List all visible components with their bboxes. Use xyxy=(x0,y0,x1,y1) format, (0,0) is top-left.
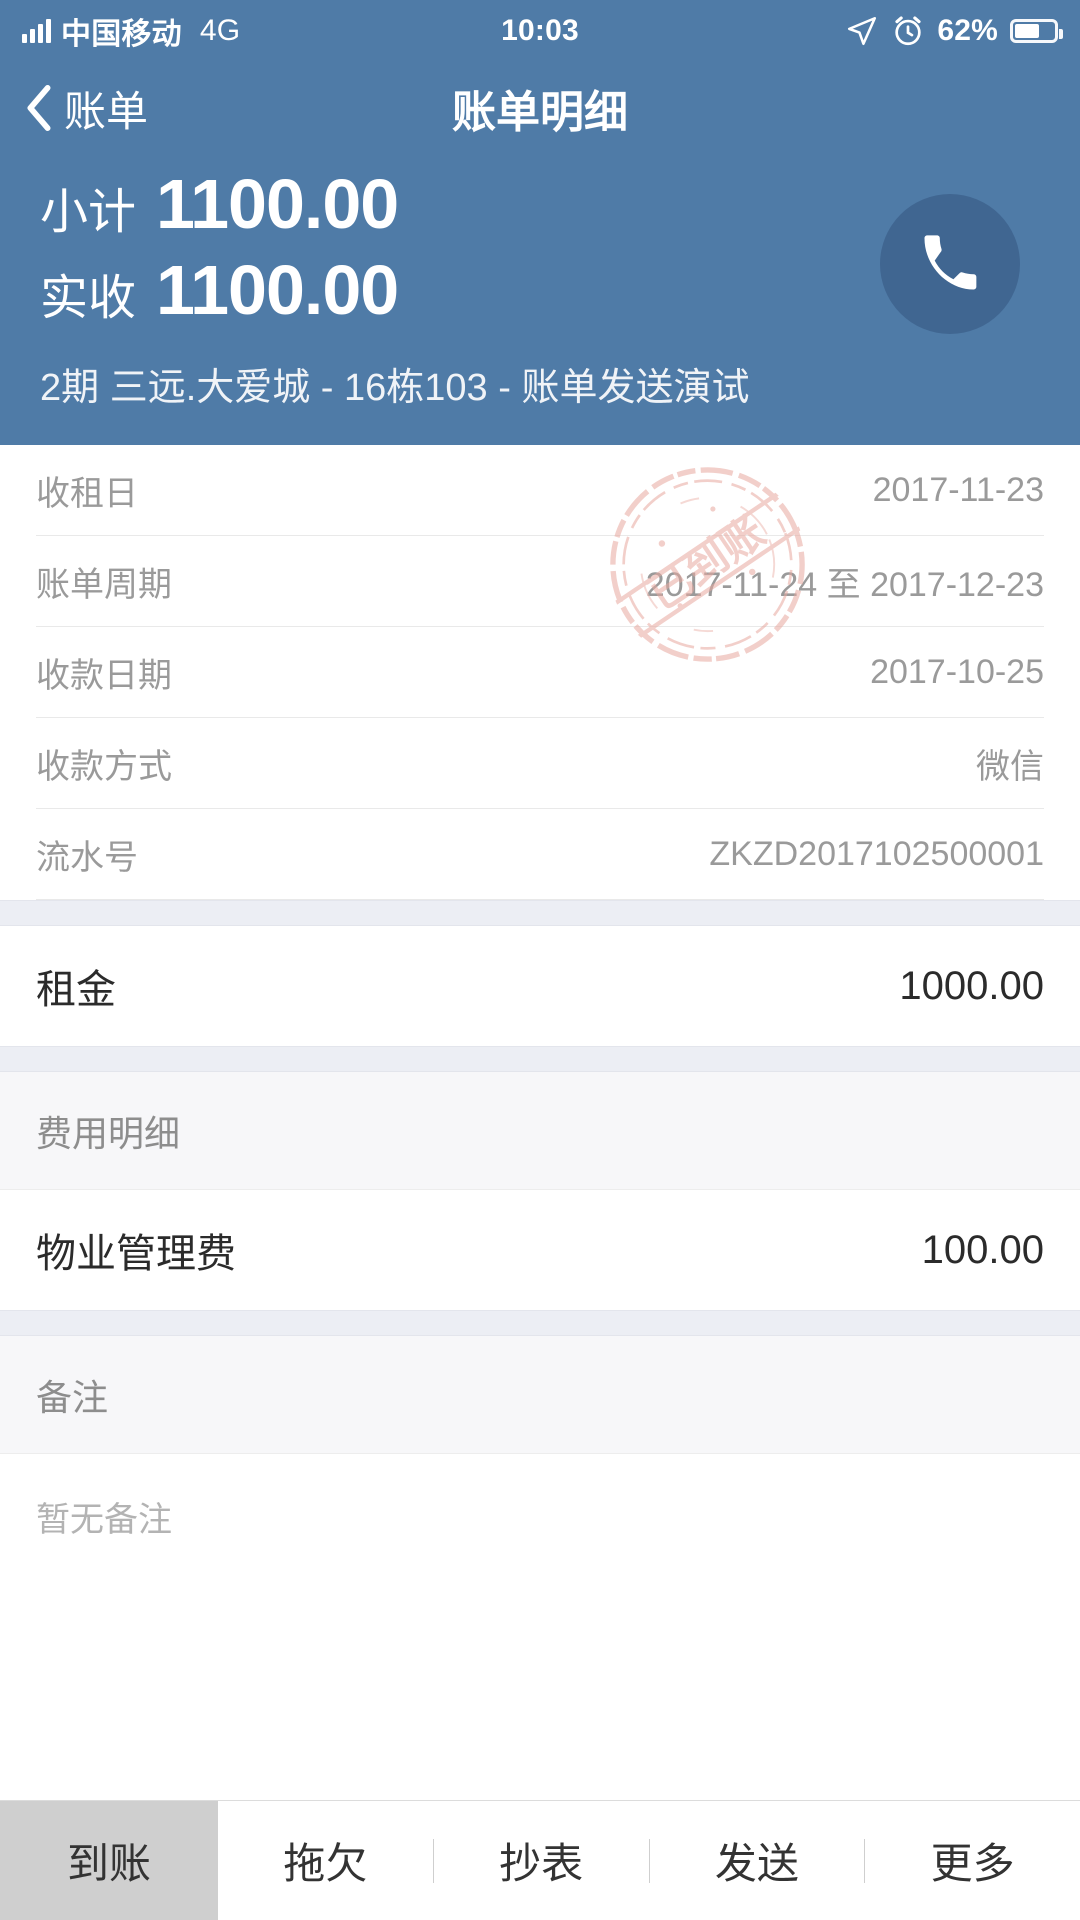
info-value: 2017-11-23 xyxy=(872,470,1044,509)
carrier-label: 中国移动 xyxy=(61,18,182,51)
rent-label: 租金 xyxy=(36,968,116,1012)
toolbar-item-received[interactable]: 到账 xyxy=(0,1801,218,1920)
chevron-left-icon xyxy=(24,85,54,131)
remark-header: 备注 xyxy=(0,1336,1080,1454)
back-button-label: 账单 xyxy=(64,87,149,135)
bill-detail-screen: 中国移动 4G 10:03 62% 账单 账单明细 小计 1100.00 实收 … xyxy=(0,0,1080,1920)
fee-label: 物业管理费 xyxy=(36,1232,236,1276)
info-row-payment-date: 收款日期 2017-10-25 xyxy=(36,627,1044,718)
info-value: 2017-11-24 至 2017-12-23 xyxy=(645,565,1044,604)
info-list: 收租日 2017-11-23 账单周期 2017-11-24 至 2017-12… xyxy=(0,445,1080,900)
info-value: 微信 xyxy=(976,747,1044,786)
section-divider xyxy=(0,1310,1080,1336)
status-bar-left: 中国移动 4G xyxy=(22,9,240,53)
fee-amount: 100.00 xyxy=(921,1227,1044,1272)
received-value: 1100.00 xyxy=(156,251,399,329)
battery-percent-label: 62% xyxy=(937,14,998,47)
network-type-label: 4G xyxy=(199,14,241,47)
info-label: 收租日 xyxy=(36,474,138,513)
info-row-payment-method: 收款方式 微信 xyxy=(36,718,1044,809)
fee-row-property-management: 物业管理费 100.00 xyxy=(0,1190,1080,1310)
info-row-serial-number: 流水号 ZKZD2017102500001 xyxy=(36,809,1044,900)
back-button[interactable]: 账单 xyxy=(0,78,148,139)
phone-icon xyxy=(916,230,984,298)
navigation-bar: 账单 账单明细 xyxy=(0,62,1080,154)
page-title: 账单明细 xyxy=(452,88,628,137)
info-label: 流水号 xyxy=(36,838,138,877)
content-area: 收租日 2017-11-23 账单周期 2017-11-24 至 2017-12… xyxy=(0,445,1080,1800)
toolbar-item-arrears[interactable]: 拖欠 xyxy=(218,1801,433,1920)
fee-detail-header: 费用明细 xyxy=(0,1072,1080,1190)
section-divider xyxy=(0,900,1080,926)
subtotal-value: 1100.00 xyxy=(156,165,399,243)
header-panel: 中国移动 4G 10:03 62% 账单 账单明细 小计 1100.00 实收 … xyxy=(0,0,1080,445)
toolbar-item-send[interactable]: 发送 xyxy=(650,1801,865,1920)
info-row-bill-period: 账单周期 2017-11-24 至 2017-12-23 xyxy=(36,536,1044,627)
property-address: 2期 三远.大爱城 - 16栋103 - 账单发送演试 xyxy=(40,367,750,409)
received-label: 实收 xyxy=(40,272,137,325)
status-bar: 中国移动 4G 10:03 62% xyxy=(0,0,1080,62)
subtotal-label: 小计 xyxy=(40,186,137,239)
call-button[interactable] xyxy=(880,194,1020,334)
remark-content: 暂无备注 xyxy=(0,1454,1080,1579)
info-value: ZKZD2017102500001 xyxy=(709,834,1044,873)
location-arrow-icon xyxy=(845,14,879,48)
toolbar-item-meter-reading[interactable]: 抄表 xyxy=(434,1801,649,1920)
toolbar-item-more[interactable]: 更多 xyxy=(865,1801,1080,1920)
info-row-rent-day: 收租日 2017-11-23 xyxy=(36,445,1044,536)
info-label: 收款日期 xyxy=(36,656,172,695)
status-bar-right: 62% xyxy=(845,14,1063,48)
section-divider xyxy=(0,1046,1080,1072)
info-value: 2017-10-25 xyxy=(870,652,1044,691)
rent-row: 租金 1000.00 xyxy=(0,926,1080,1046)
toolbar-items: 拖欠 抄表 发送 更多 xyxy=(218,1801,1080,1920)
info-label: 收款方式 xyxy=(36,747,172,786)
alarm-clock-icon xyxy=(891,14,925,48)
battery-icon xyxy=(1010,19,1063,43)
info-label: 账单周期 xyxy=(36,565,172,604)
summary-block: 小计 1100.00 实收 1100.00 2期 三远.大爱城 - 16栋103… xyxy=(0,154,1080,445)
rent-amount: 1000.00 xyxy=(899,963,1044,1008)
bottom-toolbar: 到账 拖欠 抄表 发送 更多 xyxy=(0,1800,1080,1920)
signal-bars-icon xyxy=(22,19,51,43)
